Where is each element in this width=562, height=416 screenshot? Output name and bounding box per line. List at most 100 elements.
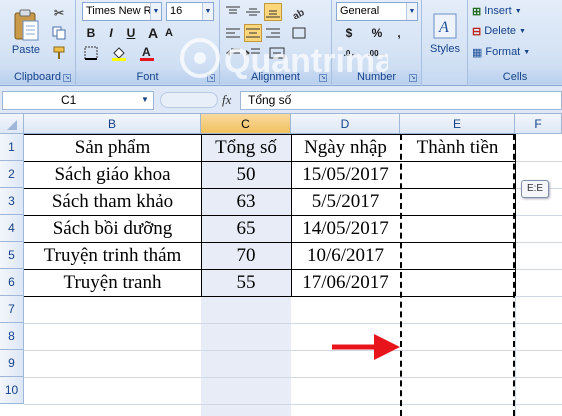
paste-icon	[14, 9, 39, 41]
chevron-down-icon: ▼	[519, 27, 526, 35]
fx-icon[interactable]: fx	[222, 92, 231, 108]
number-launcher-icon[interactable]: ↘	[409, 74, 417, 82]
column-header-f[interactable]: F	[515, 114, 562, 134]
chevron-down-icon: ▼	[202, 3, 213, 20]
font-size-combo[interactable]: 16 ▼	[166, 2, 214, 21]
row-header-10[interactable]: 10	[0, 377, 24, 404]
header-san-pham[interactable]: Sản phẩm	[24, 135, 201, 161]
cells-group: ⊞ Insert ▼ ⊟ Delete ▼ ▦ Format ▼ Cells	[468, 0, 562, 86]
chevron-down-icon: ▼	[150, 3, 161, 20]
chevron-down-icon: ▼	[514, 7, 522, 15]
formula-bar: C1 ▼ fx Tổng số	[0, 86, 562, 114]
fill-color-icon[interactable]	[110, 44, 128, 62]
cells-group-label: Cells	[468, 70, 562, 84]
row-header-6[interactable]: 6	[0, 269, 24, 296]
table-cell[interactable]: 55	[201, 270, 291, 296]
paste-label: Paste	[11, 44, 41, 56]
table-cell[interactable]: 63	[201, 189, 291, 215]
formula-divider-handle[interactable]	[160, 92, 218, 108]
format-label: Format	[485, 46, 521, 58]
copy-icon[interactable]	[50, 24, 68, 42]
italic-button[interactable]: I	[102, 24, 120, 42]
select-all-corner[interactable]	[0, 114, 24, 134]
column-header-b[interactable]: B	[24, 114, 201, 134]
chevron-down-icon[interactable]: ▼	[141, 95, 149, 104]
table-cell[interactable]	[400, 162, 515, 188]
font-color-icon[interactable]: A	[138, 44, 156, 62]
name-box[interactable]: C1	[2, 91, 154, 110]
clipboard-group: Paste ✂ Clipboard ↘	[0, 0, 76, 86]
format-icon: ▦	[472, 46, 483, 59]
svg-text:Quantrimang: Quantrimang	[224, 42, 388, 80]
table-cell[interactable]: Sách giáo khoa	[24, 162, 201, 188]
row-header-4[interactable]: 4	[0, 215, 24, 242]
orientation-icon[interactable]: ab	[290, 3, 308, 21]
delete-icon: ⊟	[472, 25, 482, 38]
column-header-d[interactable]: D	[291, 114, 400, 134]
number-format-value: General	[340, 5, 380, 17]
column-header-e[interactable]: E	[400, 114, 515, 134]
table-cell[interactable]: 65	[201, 216, 291, 242]
number-format-combo[interactable]: General ▼	[336, 2, 418, 21]
table-cell[interactable]: 70	[201, 243, 291, 269]
row-header-3[interactable]: 3	[0, 188, 24, 215]
table-cell[interactable]: 17/06/2017	[291, 270, 400, 296]
row-header-2[interactable]: 2	[0, 161, 24, 188]
delete-button[interactable]: ⊟ Delete ▼	[472, 23, 526, 39]
row-header-7[interactable]: 7	[0, 296, 24, 323]
table-cell[interactable]: Sách tham khảo	[24, 189, 201, 215]
header-tong-so[interactable]: Tổng số	[201, 135, 291, 161]
chevron-down-icon: ▼	[406, 3, 417, 20]
cut-icon[interactable]: ✂	[50, 4, 68, 22]
gridline	[515, 215, 562, 216]
table-cell[interactable]	[400, 243, 515, 269]
table-cell[interactable]	[400, 216, 515, 242]
svg-text:A: A	[438, 19, 449, 36]
svg-text:ab: ab	[291, 7, 307, 19]
table-cell[interactable]: Sách bồi dưỡng	[24, 216, 201, 242]
row-header-8[interactable]: 8	[0, 323, 24, 350]
align-top-icon[interactable]	[224, 3, 242, 21]
gridline	[515, 269, 562, 270]
align-middle-icon[interactable]	[244, 3, 262, 21]
table-cell[interactable]: 10/6/2017	[291, 243, 400, 269]
borders-icon[interactable]	[82, 44, 100, 62]
bold-button[interactable]: B	[82, 24, 100, 42]
table-border	[515, 134, 516, 296]
table-cell[interactable]: Truyện tranh	[24, 270, 201, 296]
table-cell[interactable]: 50	[201, 162, 291, 188]
insert-button[interactable]: ⊞ Insert ▼	[472, 3, 522, 19]
align-bottom-icon[interactable]	[264, 3, 282, 21]
chevron-down-icon: ▼	[523, 48, 531, 56]
comma-button[interactable]: ,	[390, 24, 408, 42]
underline-button[interactable]: U	[122, 24, 140, 42]
font-name-value: Times New Ro	[86, 5, 158, 17]
red-arrow-icon	[332, 334, 400, 360]
table-cell[interactable]: Truyện trinh thám	[24, 243, 201, 269]
format-button[interactable]: ▦ Format ▼	[472, 44, 530, 60]
font-name-combo[interactable]: Times New Ro ▼	[82, 2, 162, 21]
row-header-9[interactable]: 9	[0, 350, 24, 377]
column-header-c[interactable]: C	[201, 114, 291, 134]
row-header-1[interactable]: 1	[0, 134, 24, 161]
insert-icon: ⊞	[472, 5, 482, 18]
styles-button[interactable]: A Styles	[426, 2, 464, 64]
table-cell[interactable]: 15/05/2017	[291, 162, 400, 188]
header-thanh-tien[interactable]: Thành tiền	[400, 135, 515, 161]
formula-input[interactable]: Tổng số	[240, 91, 562, 110]
paste-button[interactable]: Paste	[6, 2, 46, 62]
clipboard-launcher-icon[interactable]: ↘	[63, 74, 71, 82]
format-painter-icon[interactable]	[50, 44, 68, 62]
font-size-value: 16	[170, 5, 183, 17]
row-header-5[interactable]: 5	[0, 242, 24, 269]
table-cell[interactable]	[400, 270, 515, 296]
shrink-font-button[interactable]: A	[160, 24, 178, 42]
worksheet-grid: B C D E F 1 2 3 4 5 6 7 8 9 10 Sản phẩm …	[0, 114, 562, 416]
range-tooltip: E:E	[521, 180, 549, 198]
table-cell[interactable]	[400, 189, 515, 215]
watermark-logo: Quantrimang	[180, 38, 388, 80]
svg-text:A: A	[142, 45, 151, 59]
table-cell[interactable]: 5/5/2017	[291, 189, 400, 215]
header-ngay-nhap[interactable]: Ngày nhập	[291, 135, 400, 161]
table-cell[interactable]: 14/05/2017	[291, 216, 400, 242]
